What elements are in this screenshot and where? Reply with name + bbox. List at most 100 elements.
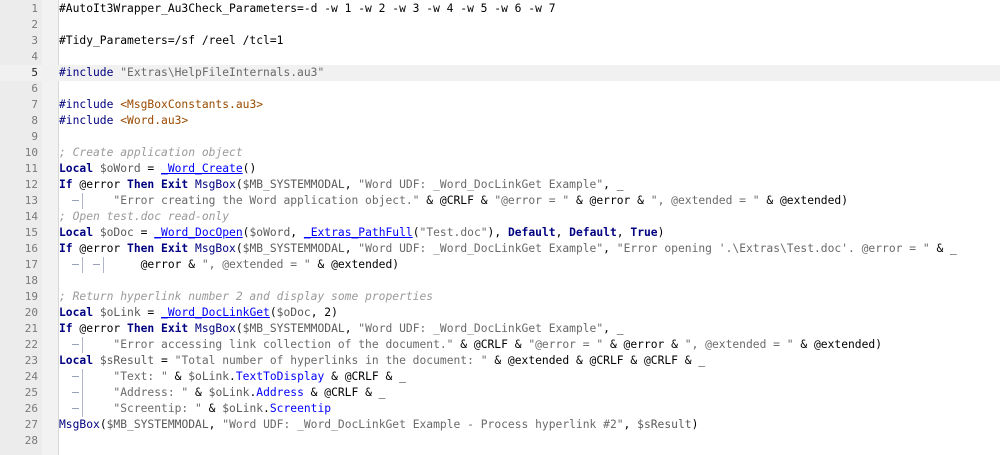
code-text: "Address: " & $oLink.Address & @CRLF & _ <box>59 385 385 401</box>
code-token: #Tidy_Parameters=/sf /reel /tcl=1 <box>59 34 284 47</box>
code-token: $oWord <box>249 226 291 239</box>
code-line[interactable]: 21 If @error Then Exit MsgBox($MB_SYSTEMM… <box>0 321 1000 337</box>
code-token: $oLink <box>99 306 141 319</box>
code-line[interactable]: 28 <box>0 433 1000 449</box>
code-text: @error & ", @extended = " & @extended) <box>59 257 400 273</box>
code-line[interactable]: 7 #include <MsgBoxConstants.au3> <box>0 97 1000 113</box>
line-number: 13 <box>24 194 38 207</box>
code-text: Local $sResult = "Total number of hyperl… <box>59 353 705 369</box>
code-token: @error <box>59 258 182 271</box>
code-token: ( <box>235 178 243 191</box>
code-token: ) <box>841 194 849 207</box>
code-token: & <box>630 194 651 207</box>
code-token: ", @extended = " <box>684 338 794 351</box>
code-token: ( <box>235 322 243 335</box>
code-token: @error <box>623 338 665 351</box>
code-line[interactable]: 22 "Error accessing link collection of t… <box>0 337 1000 353</box>
code-token: = <box>133 226 155 239</box>
code-token: "Text: " <box>59 370 168 383</box>
code-token: & <box>167 370 189 383</box>
line-number: 21 <box>24 322 38 335</box>
code-token: $oWord <box>99 162 141 175</box>
line-number: 4 <box>31 50 38 63</box>
code-line[interactable]: 15 Local $oDoc = _Word_DocOpen ($oWord, _E… <box>0 225 1000 241</box>
code-line[interactable]: 26 "Screentip: " & $oLink.Screentip <box>0 401 1000 417</box>
code-token: $sResult <box>99 354 155 367</box>
code-token: Then Exit <box>127 178 196 191</box>
code-line[interactable]: 13 "Error creating the Word application … <box>0 193 1000 209</box>
code-token: @CRLF <box>473 338 508 351</box>
code-line[interactable]: 12 If @error Then Exit MsgBox($MB_SYSTEMM… <box>0 177 1000 193</box>
code-token: @extended <box>780 194 842 207</box>
code-token: Screentip <box>269 402 332 415</box>
code-line[interactable]: 3 #Tidy_Parameters=/sf /reel /tcl=1 <box>0 33 1000 49</box>
code-token: . <box>263 402 270 415</box>
code-token: , <box>290 226 304 239</box>
code-token: @extended <box>331 258 393 271</box>
code-token: ( <box>99 418 107 431</box>
code-token: ( <box>269 306 277 319</box>
line-number: 12 <box>24 178 38 191</box>
code-token: ) <box>691 418 699 431</box>
code-line[interactable]: 6 <box>0 81 1000 97</box>
code-token: & <box>473 194 495 207</box>
code-line[interactable]: 25 "Address: " & $oLink.Address & @CRLF … <box>0 385 1000 401</box>
code-line[interactable]: 24 "Text: " & $oLink.TextToDisplay & @CR… <box>0 369 1000 385</box>
code-line[interactable]: 18 <box>0 273 1000 289</box>
code-line[interactable]: 9 <box>0 129 1000 145</box>
code-token: If <box>59 322 80 335</box>
code-line[interactable]: 11 Local $oWord = _Word_Create() <box>0 161 1000 177</box>
line-number: 8 <box>31 114 38 127</box>
code-token: "Word UDF: _Word_DocLinkGet Example" <box>358 322 604 335</box>
code-line[interactable]: 5 #include "Extras\HelpFileInternals.au3" <box>0 65 1000 81</box>
line-number: 7 <box>31 98 38 111</box>
code-token: () <box>242 162 257 175</box>
code-token: & <box>310 258 332 271</box>
line-number: 10 <box>24 146 38 159</box>
code-token: $MB_SYSTEMMODAL <box>242 322 345 335</box>
code-line[interactable]: 14 ; Open test.doc read-only <box>0 209 1000 225</box>
code-text: ; Create application object <box>59 145 243 161</box>
code-token: ", @extended = " <box>650 194 760 207</box>
code-line[interactable]: 4 <box>0 49 1000 65</box>
code-token: & <box>623 354 644 367</box>
code-token: ) <box>875 338 883 351</box>
code-token: $oLink <box>188 370 230 383</box>
code-line[interactable]: 8 #include <Word.au3> <box>0 113 1000 129</box>
code-line[interactable]: 17 @error & ", @extended = " & @extended… <box>0 257 1000 273</box>
code-token: & <box>569 354 590 367</box>
code-text: #AutoIt3Wrapper_Au3Check_Parameters=-d -… <box>59 1 556 17</box>
code-text: Local $oDoc = _Word_DocOpen ($oWord, _Ext… <box>59 225 664 241</box>
code-token: @CRLF <box>324 386 359 399</box>
line-number: 11 <box>24 162 38 175</box>
code-line[interactable]: 27 MsgBox($MB_SYSTEMMODAL, "Word UDF: _Wo… <box>0 417 1000 433</box>
line-number: 16 <box>24 242 38 255</box>
code-token: & <box>303 386 325 399</box>
code-line[interactable]: 20 Local $oLink = _Word_DocLinkGet($oDoc,… <box>0 305 1000 321</box>
code-token: <MsgBoxConstants.au3> <box>120 98 264 111</box>
code-token: @error <box>589 194 631 207</box>
code-token: , _ <box>603 322 624 335</box>
code-line[interactable]: 10 ; Create application object <box>0 145 1000 161</box>
code-token: $oDoc <box>276 306 311 319</box>
code-token: & <box>603 338 624 351</box>
code-text: "Error accessing link collection of the … <box>59 337 882 353</box>
code-line[interactable]: 19 ; Return hyperlink number 2 and displa… <box>0 289 1000 305</box>
code-text: If @error Then Exit MsgBox($MB_SYSTEMMOD… <box>59 241 957 257</box>
code-token: Then Exit <box>127 242 196 255</box>
code-line[interactable]: 1 #AutoIt3Wrapper_Au3Check_Parameters=-d … <box>0 1 1000 17</box>
code-token: , <box>310 306 325 319</box>
line-number: 24 <box>24 370 38 383</box>
code-token: , _ <box>603 178 624 191</box>
line-number: 28 <box>24 434 38 447</box>
code-line[interactable]: 16 If @error Then Exit MsgBox($MB_SYSTEMM… <box>0 241 1000 257</box>
code-line[interactable]: 2 <box>0 17 1000 33</box>
code-token: ) <box>657 226 665 239</box>
code-editor[interactable]: 1 #AutoIt3Wrapper_Au3Check_Parameters=-d … <box>0 0 1000 455</box>
code-token: , <box>344 178 359 191</box>
code-text: "Screentip: " & $oLink.Screentip <box>59 401 331 417</box>
code-token: "@error = " <box>528 338 604 351</box>
code-token: & <box>487 354 508 367</box>
code-text: If @error Then Exit MsgBox($MB_SYSTEMMOD… <box>59 321 624 337</box>
code-line[interactable]: 23 Local $sResult = "Total number of hype… <box>0 353 1000 369</box>
